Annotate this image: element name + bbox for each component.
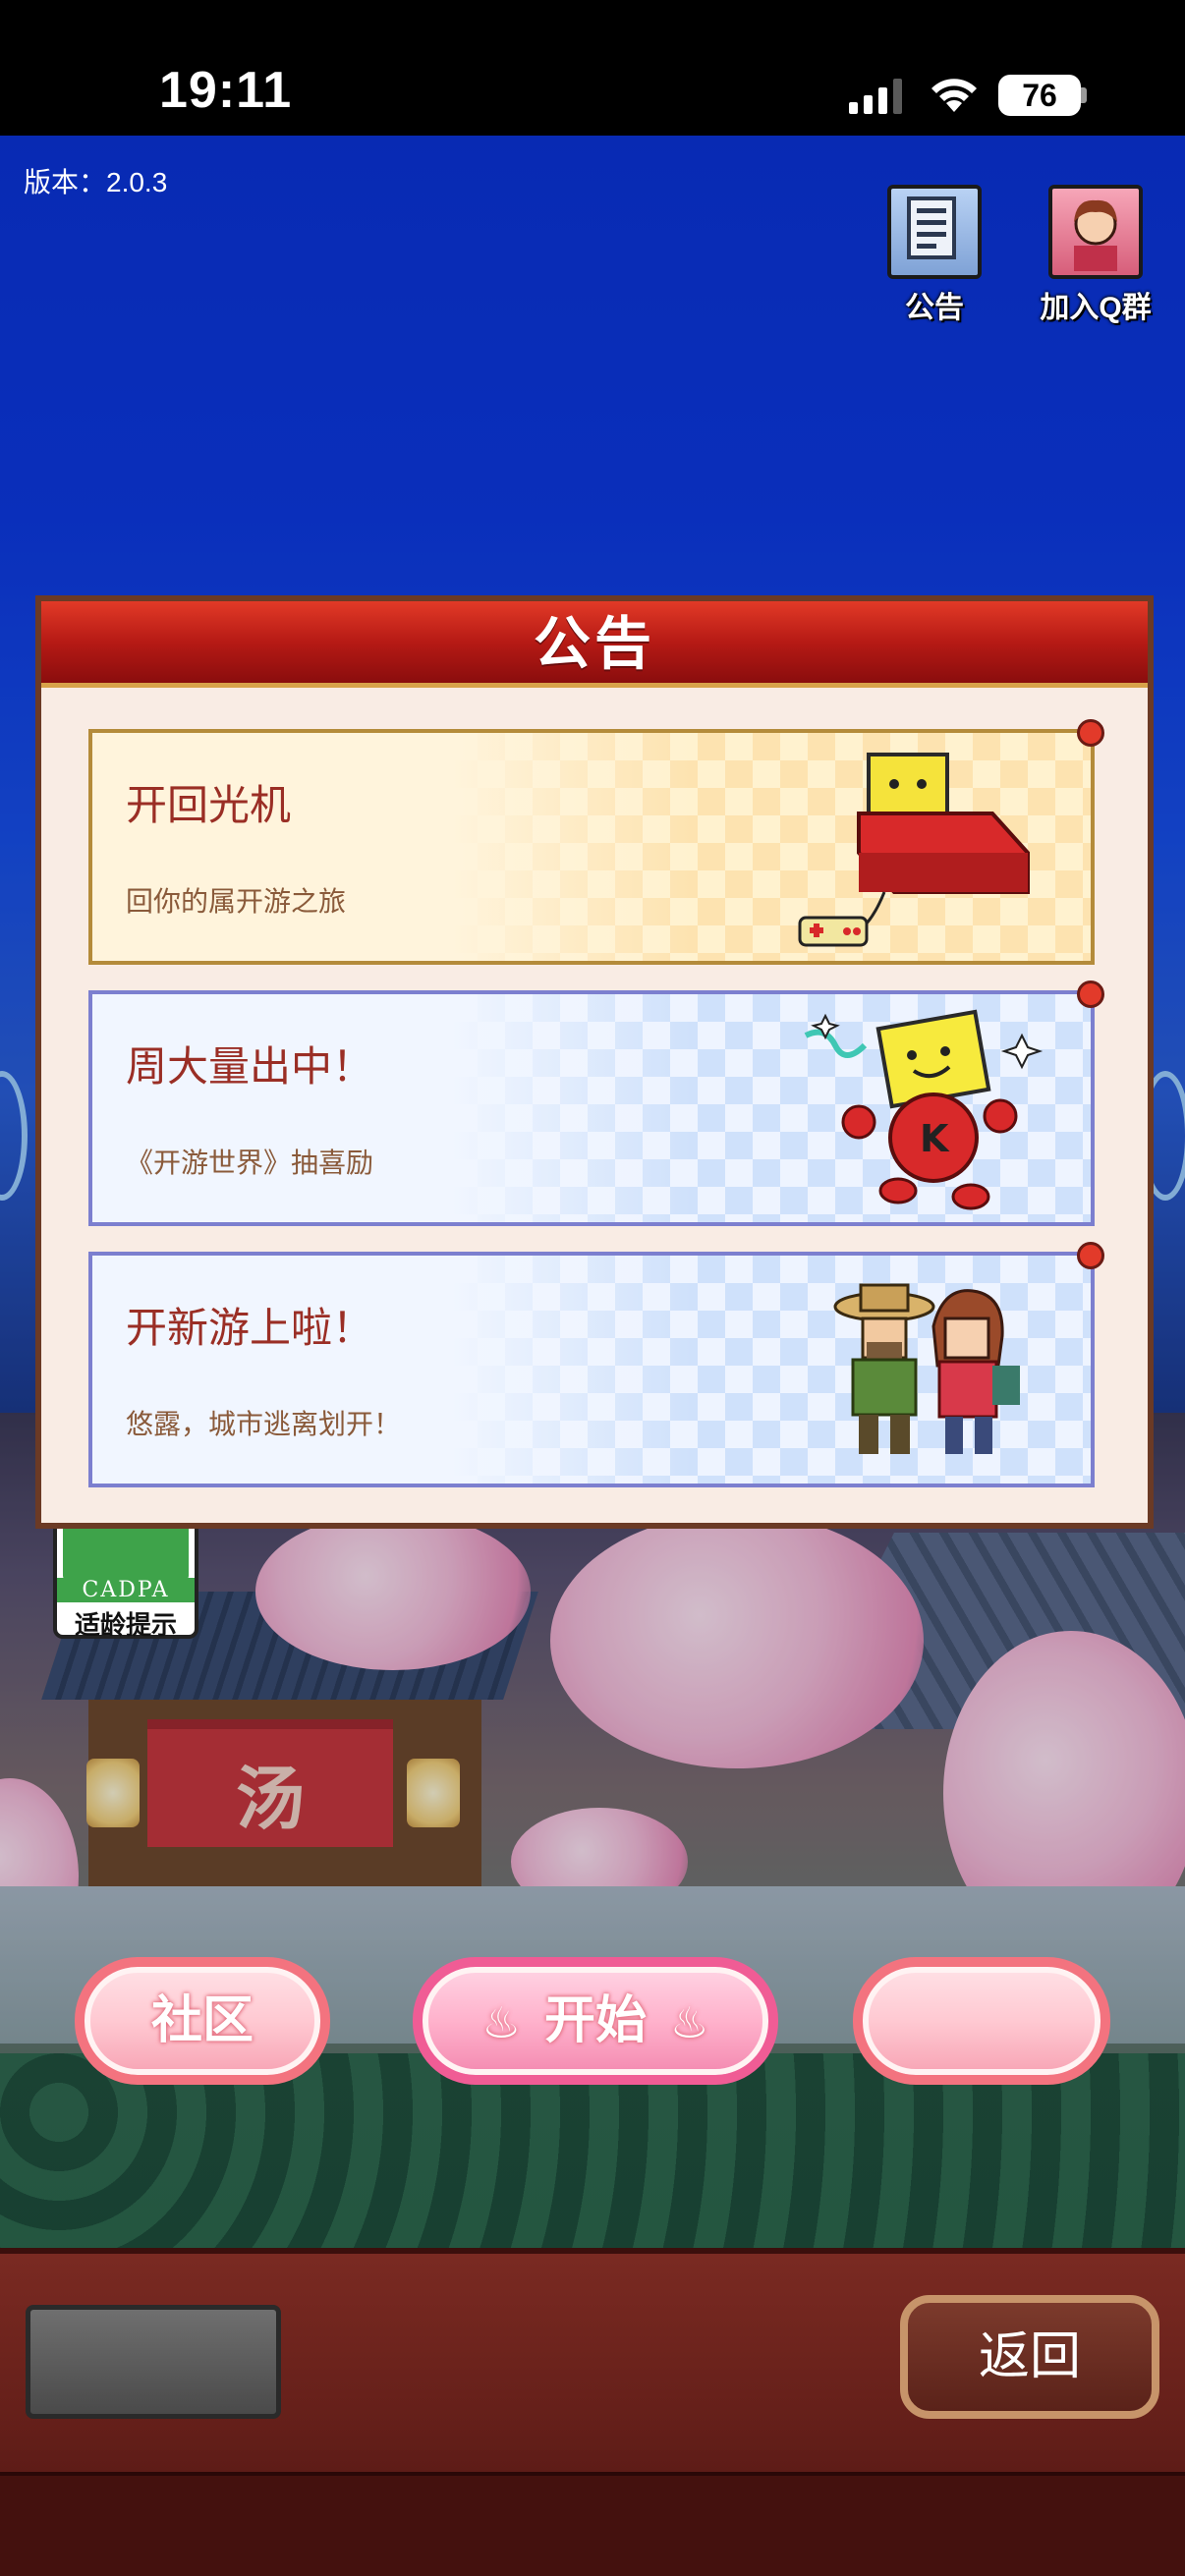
new-notification-dot: [1077, 980, 1104, 1008]
announcement-card[interactable]: 周大量出中！ 《开游世界》抽喜励 K: [88, 990, 1095, 1226]
svg-text:K: K: [920, 1117, 950, 1160]
announcement-card[interactable]: 开新游上啦！ 悠露，城市逃离划开！: [88, 1252, 1095, 1487]
start-button-label: 开始: [543, 1992, 647, 2049]
card-fade: [92, 994, 692, 1222]
wifi-icon: [931, 79, 977, 112]
battery-icon: 76: [998, 75, 1081, 116]
hot-spring-icon: ♨: [481, 1999, 521, 2048]
new-notification-dot: [1077, 719, 1104, 747]
announcement-button[interactable]: 公告: [880, 185, 988, 326]
camping-characters-icon: [833, 1283, 1020, 1454]
battery-level: 76: [1022, 78, 1057, 113]
empty-slot: [26, 2305, 281, 2419]
announcement-card[interactable]: 开回光机 回你的属开游之旅: [88, 729, 1095, 965]
age-rating-org: CADPA: [57, 1578, 195, 1602]
card-fade: [92, 733, 692, 961]
card-title: 周大量出中！: [126, 1043, 374, 1090]
version-label: 版本：2.0.3: [24, 167, 168, 197]
hot-spring-icon: ♨: [670, 1999, 709, 2048]
card-subtitle: 悠露，城市逃离划开！: [126, 1409, 402, 1439]
mascot-character-icon: K: [804, 1009, 1044, 1210]
back-button[interactable]: 返回: [900, 2295, 1159, 2419]
card-title: 开新游上啦！: [126, 1305, 374, 1351]
start-button[interactable]: ♨ 开始 ♨: [413, 1957, 778, 2085]
retro-console-icon: [798, 753, 1030, 947]
card-title: 开回光机: [126, 782, 292, 828]
document-icon: [887, 185, 982, 279]
new-notification-dot: [1077, 1242, 1104, 1269]
clock: 19:11: [159, 62, 293, 119]
character-avatar-icon: [1048, 185, 1143, 279]
join-q-group-button[interactable]: 加入Q群: [1032, 185, 1159, 326]
announcement-button-label: 公告: [905, 292, 964, 324]
cellular-signal-icon: [849, 79, 902, 114]
card-subtitle: 回你的属开游之旅: [126, 886, 347, 917]
battery-tip: [1081, 87, 1087, 103]
blank-pink-button[interactable]: [853, 1957, 1110, 2085]
community-button[interactable]: 社区: [75, 1957, 330, 2085]
age-rating-label: 适龄提示: [74, 1610, 177, 1640]
card-fade: [92, 1256, 692, 1484]
card-subtitle: 《开游世界》抽喜励: [126, 1148, 374, 1178]
join-q-group-label: 加入Q群: [1040, 292, 1152, 324]
modal-title: 公告: [533, 612, 655, 676]
bottom-strip: [0, 2472, 1185, 2576]
